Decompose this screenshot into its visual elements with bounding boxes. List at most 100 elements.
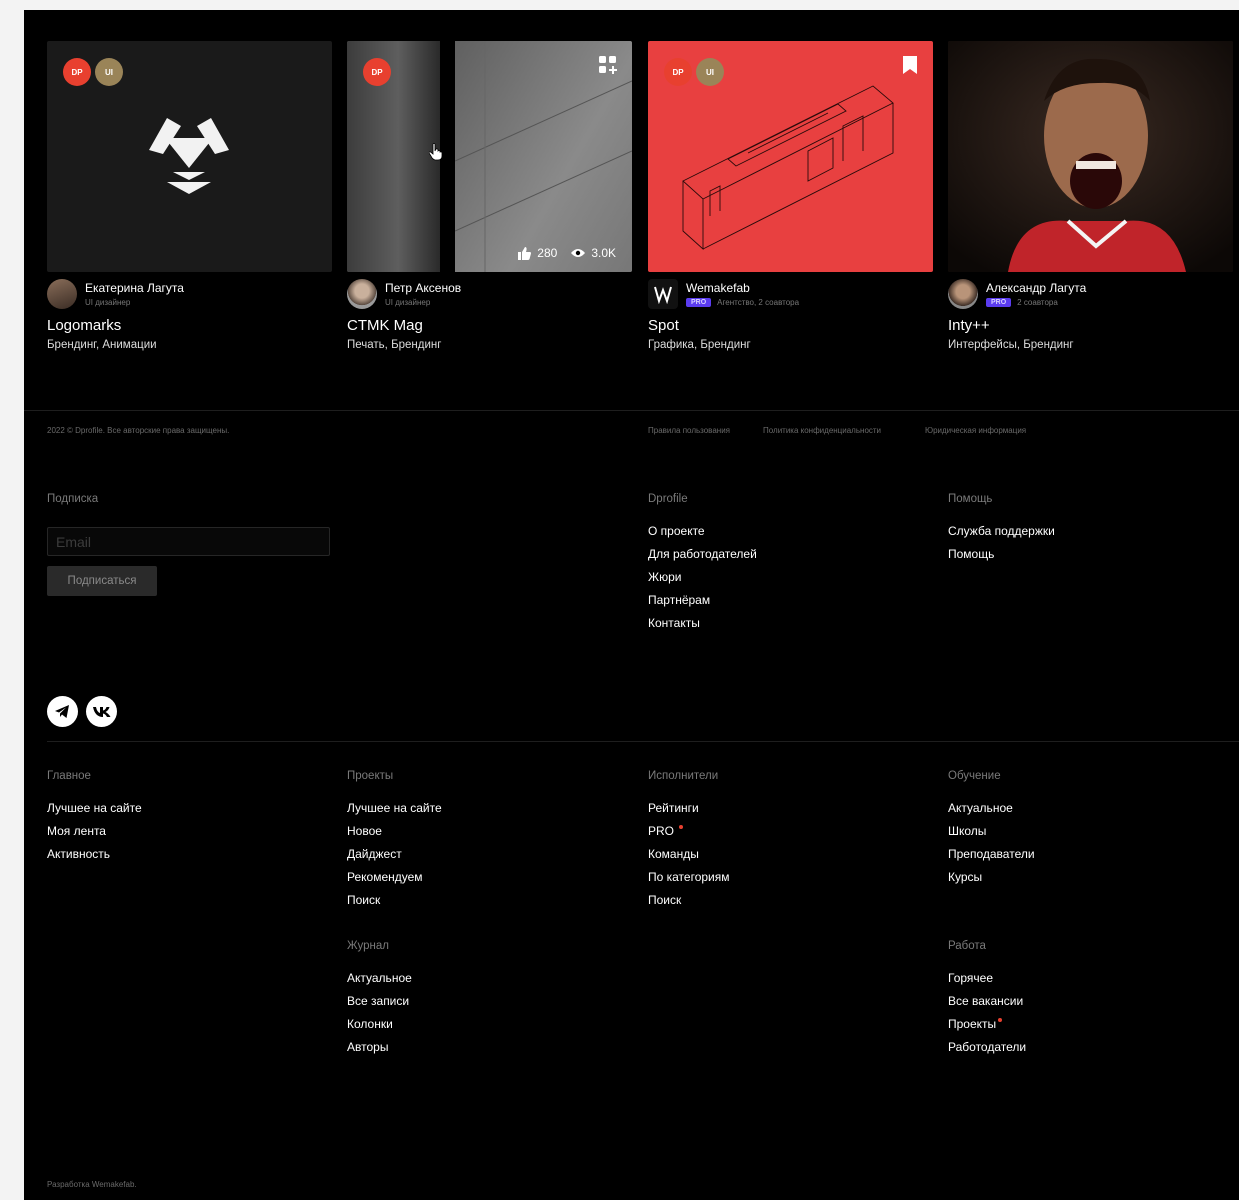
subscribe-button[interactable]: Подписаться xyxy=(47,566,157,596)
project-tags: Брендинг, Анимации xyxy=(47,339,157,351)
author-row[interactable]: Петр Аксенов UI дизайнер xyxy=(347,278,632,309)
learning-heading: Обучение xyxy=(948,770,1001,782)
author-role-text: UI дизайнер xyxy=(385,298,431,307)
author-row[interactable]: Александр Лагута PRO 2 соавтора xyxy=(948,278,1233,309)
main-feed-link[interactable]: Моя лента xyxy=(47,824,106,838)
project-thumbnail[interactable] xyxy=(948,41,1233,272)
main-best-link[interactable]: Лучшее на сайте xyxy=(47,801,142,815)
project-title[interactable]: Inty++ xyxy=(948,317,990,334)
project-title[interactable]: CTMK Mag xyxy=(347,317,423,334)
author-row[interactable]: Wemakefab PRO Агентство, 2 соавтора xyxy=(648,278,933,309)
journal-columns-link[interactable]: Колонки xyxy=(347,1017,393,1031)
likes-stat[interactable]: 280 xyxy=(518,246,557,260)
help-link[interactable]: Помощь xyxy=(948,547,994,561)
avatar[interactable] xyxy=(648,279,678,309)
project-thumbnail[interactable]: DP UI xyxy=(47,41,332,272)
divider xyxy=(24,410,1239,411)
employers-link[interactable]: Для работодателей xyxy=(648,547,757,561)
author-role: PRO 2 соавтора xyxy=(986,298,1058,307)
projects-recommended-link[interactable]: Рекомендуем xyxy=(347,870,423,884)
performers-ratings-link[interactable]: Рейтинги xyxy=(648,801,699,815)
dprofile-heading: Dprofile xyxy=(648,493,688,505)
journal-authors-link[interactable]: Авторы xyxy=(347,1040,388,1054)
author-role-text: UI дизайнер xyxy=(85,298,131,307)
work-projects-link[interactable]: Проекты xyxy=(948,1017,1003,1031)
work-hot-link[interactable]: Горячее xyxy=(948,971,993,985)
author-name[interactable]: Александр Лагута xyxy=(986,281,1086,295)
divider xyxy=(47,741,1239,742)
performers-search-link[interactable]: Поиск xyxy=(648,893,681,907)
partners-link[interactable]: Партнёрам xyxy=(648,593,710,607)
likes-count: 280 xyxy=(537,246,558,260)
projects-heading: Проекты xyxy=(347,770,394,782)
avatar[interactable] xyxy=(948,279,978,309)
learning-schools-link[interactable]: Школы xyxy=(948,824,986,838)
project-thumbnail[interactable]: DP 280 3.0K xyxy=(347,41,632,272)
learning-teachers-link[interactable]: Преподаватели xyxy=(948,847,1035,861)
bookmark-icon[interactable] xyxy=(903,56,917,79)
projects-digest-link[interactable]: Дайджест xyxy=(347,847,402,861)
email-field[interactable] xyxy=(47,527,330,556)
performers-teams-link[interactable]: Команды xyxy=(648,847,699,861)
projects-search-link[interactable]: Поиск xyxy=(347,893,380,907)
portrait-photo xyxy=(948,41,1233,272)
pro-badge: PRO xyxy=(986,298,1012,307)
about-link[interactable]: О проекте xyxy=(648,524,705,538)
project-stats: 280 3.0K xyxy=(518,246,616,260)
badge-ui: UI xyxy=(696,58,724,86)
author-name[interactable]: Wemakefab xyxy=(686,281,750,295)
author-role-text: Агентство, 2 соавтора xyxy=(717,298,800,307)
author-name[interactable]: Петр Аксенов xyxy=(385,281,461,295)
learning-actual-link[interactable]: Актуальное xyxy=(948,801,1013,815)
journal-actual-link[interactable]: Актуальное xyxy=(347,971,412,985)
main-activity-link[interactable]: Активность xyxy=(47,847,110,861)
pro-badge: PRO xyxy=(686,298,712,307)
privacy-link[interactable]: Политика конфиденциальности xyxy=(763,426,881,435)
project-tags: Печать, Брендинг xyxy=(347,339,442,351)
projects-best-link[interactable]: Лучшее на сайте xyxy=(347,801,442,815)
performers-categories-link[interactable]: По категориям xyxy=(648,870,730,884)
terms-link[interactable]: Правила пользования xyxy=(648,426,730,435)
author-row[interactable]: Екатерина Лагута UI дизайнер xyxy=(47,278,332,309)
performers-pro-link[interactable]: PRO xyxy=(648,824,684,838)
project-thumbnail[interactable]: DP UI xyxy=(648,41,933,272)
work-vacancies-link[interactable]: Все вакансии xyxy=(948,994,1023,1008)
badge-group: DP UI xyxy=(664,58,724,86)
work-employers-link[interactable]: Работодатели xyxy=(948,1040,1026,1054)
badge-dp: DP xyxy=(63,58,91,86)
new-dot xyxy=(679,825,684,829)
views-stat: 3.0K xyxy=(571,246,616,260)
project-tags: Интерфейсы, Брендинг xyxy=(948,339,1074,351)
performers-heading: Исполнители xyxy=(648,770,719,782)
contacts-link[interactable]: Контакты xyxy=(648,616,700,630)
main-heading: Главное xyxy=(47,770,91,782)
subscribe-heading: Подписка xyxy=(47,493,99,505)
copyright: 2022 © Dprofile. Все авторские права защ… xyxy=(47,426,230,435)
author-name[interactable]: Екатерина Лагута xyxy=(85,281,184,295)
avatar[interactable] xyxy=(347,279,377,309)
avatar[interactable] xyxy=(47,279,77,309)
project-title[interactable]: Logomarks xyxy=(47,317,121,334)
concrete-panel-left xyxy=(347,41,440,272)
badge-dp: DP xyxy=(664,58,692,86)
author-role: UI дизайнер xyxy=(85,298,130,307)
learning-courses-link[interactable]: Курсы xyxy=(948,870,982,884)
badge-group: DP UI xyxy=(63,58,123,86)
badge-group: DP xyxy=(363,58,391,86)
telegram-button[interactable] xyxy=(47,696,78,727)
support-link[interactable]: Служба поддержки xyxy=(948,524,1055,538)
badge-ui: UI xyxy=(95,58,123,86)
legal-info-link[interactable]: Юридическая информация xyxy=(925,426,1026,435)
project-title[interactable]: Spot xyxy=(648,317,679,334)
journal-all-link[interactable]: Все записи xyxy=(347,994,409,1008)
jury-link[interactable]: Жюри xyxy=(648,570,681,584)
performers-pro-label: PRO xyxy=(648,824,675,838)
projects-new-link[interactable]: Новое xyxy=(347,824,382,838)
author-role-text: 2 соавтора xyxy=(1017,298,1058,307)
hand-cursor-icon xyxy=(429,143,443,161)
work-projects-label: Проекты xyxy=(948,1017,997,1031)
dev-credit[interactable]: Разработка Wemakefab. xyxy=(47,1180,137,1189)
grid-plus-icon[interactable] xyxy=(598,55,618,80)
vk-button[interactable] xyxy=(86,696,117,727)
journal-heading: Журнал xyxy=(347,940,389,952)
